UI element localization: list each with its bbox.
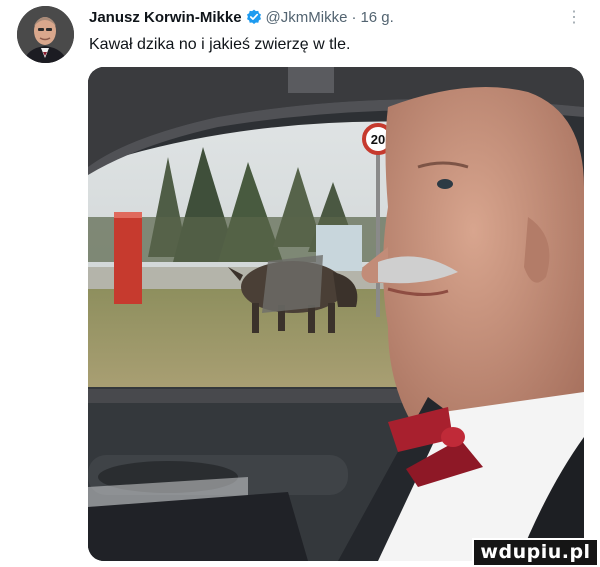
post-header: Janusz Korwin-Mikke @JkmMikke · 16 g. ⋮ xyxy=(89,7,586,29)
author-avatar[interactable] xyxy=(17,6,74,63)
author-name[interactable]: Janusz Korwin-Mikke xyxy=(89,9,242,26)
author-handle[interactable]: @JkmMikke xyxy=(266,9,348,26)
speed-limit-sign: 20 xyxy=(371,132,385,147)
separator-dot: · xyxy=(351,9,357,26)
post-photo[interactable]: 20 xyxy=(88,67,584,561)
more-options-icon[interactable]: ⋮ xyxy=(562,7,586,29)
site-watermark: wdupiu.pl xyxy=(472,538,599,567)
verified-badge-icon xyxy=(246,9,262,25)
window-view: 20 xyxy=(88,121,418,389)
post-time[interactable]: 16 g. xyxy=(360,9,393,26)
post-text: Kawał dzika no i jakieś zwierzę w tle. xyxy=(89,36,351,53)
